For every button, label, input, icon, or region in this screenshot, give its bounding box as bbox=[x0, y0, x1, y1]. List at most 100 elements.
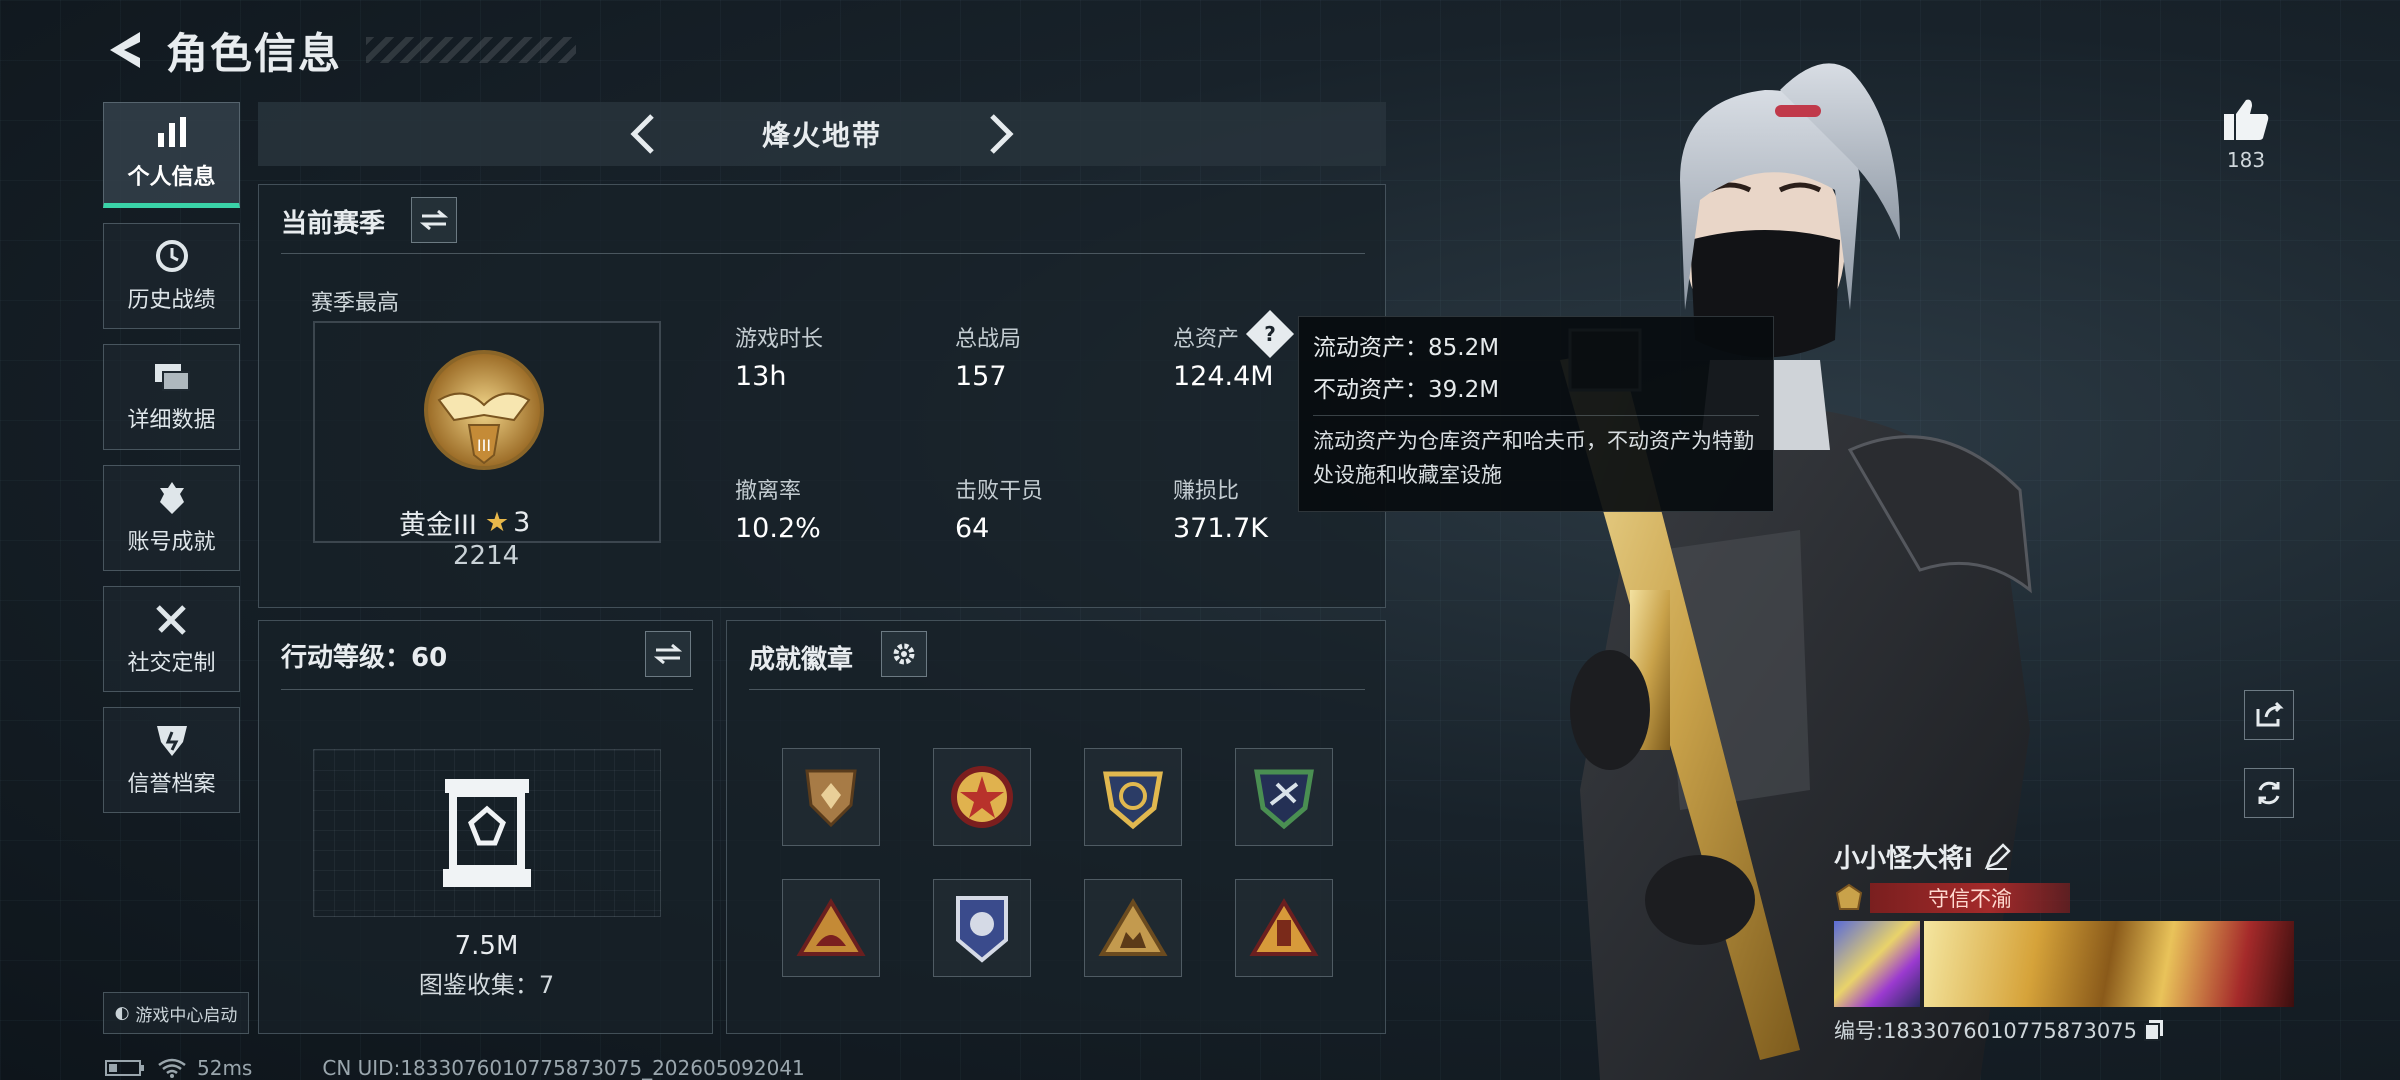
mode-name: 烽火地带 bbox=[761, 119, 882, 152]
emblem-badge-icon bbox=[1254, 769, 1314, 830]
tooltip-divider bbox=[1313, 415, 1759, 416]
honor-emblem-icon bbox=[1835, 883, 1863, 910]
ping-value: 52ms bbox=[197, 1056, 253, 1080]
rank-name: 黄金III bbox=[399, 510, 477, 541]
achievement-icon bbox=[159, 482, 184, 514]
help-icon: ? bbox=[1264, 322, 1276, 346]
crest-badge-icon bbox=[1103, 771, 1163, 830]
sidebar-item-label: 个人信息 bbox=[127, 165, 216, 190]
sidebar-item-personal-info[interactable]: 个人信息 bbox=[103, 102, 240, 208]
badges-panel: 成就徽章 bbox=[726, 620, 1386, 1034]
like-button[interactable]: 183 bbox=[2222, 96, 2270, 172]
collection-count: 图鉴收集：7 bbox=[418, 971, 555, 999]
rank-points: 2214 bbox=[453, 541, 520, 571]
copy-icon[interactable] bbox=[2143, 1018, 2165, 1042]
bar-chart-icon bbox=[157, 117, 186, 147]
player-name: 小小怪大将i bbox=[1834, 844, 1973, 874]
game-center-launch-button[interactable]: ◐ 游戏中心启动 bbox=[103, 992, 249, 1034]
thumbs-up-icon bbox=[2224, 99, 2269, 140]
player-card: 小小怪大将i 守信不渝 编号:1833076010775873075 bbox=[1834, 838, 2294, 1045]
swap-icon bbox=[654, 643, 682, 665]
battery-icon bbox=[105, 1060, 144, 1076]
sidebar-item-social[interactable]: 社交定制 bbox=[103, 586, 240, 692]
action-level-title: 行动等级：60 bbox=[281, 643, 448, 673]
gear-icon bbox=[893, 643, 915, 665]
page-header: 角色信息 bbox=[100, 20, 577, 80]
avatar bbox=[1834, 921, 1920, 1007]
title-tag: 守信不渝 bbox=[1870, 883, 2070, 913]
player-banner[interactable] bbox=[1834, 921, 2294, 1007]
share-icon bbox=[2256, 701, 2284, 727]
sidebar-item-detailed-data[interactable]: 详细数据 bbox=[103, 344, 240, 450]
sidebar-item-label: 社交定制 bbox=[127, 651, 216, 676]
like-count: 183 bbox=[2226, 148, 2266, 172]
badge-slot-8[interactable] bbox=[1235, 879, 1333, 977]
display-case-icon bbox=[443, 779, 531, 887]
page-title: 角色信息 bbox=[166, 28, 343, 78]
player-id: 编号:1833076010775873075 bbox=[1834, 1019, 2137, 1043]
rank-stars: 3 bbox=[513, 507, 531, 538]
action-level-switch-button[interactable] bbox=[645, 631, 691, 677]
mode-selector: 烽火地带 bbox=[258, 102, 1386, 166]
refresh-button[interactable] bbox=[2244, 768, 2294, 818]
swap-icon bbox=[420, 209, 448, 231]
stack-icon bbox=[154, 364, 190, 391]
launch-icon: ◐ bbox=[114, 1003, 130, 1023]
season-divider bbox=[281, 253, 1365, 254]
badge-slot-4[interactable] bbox=[1235, 748, 1333, 846]
badges-divider bbox=[749, 689, 1365, 690]
badge-slot-1[interactable] bbox=[782, 748, 880, 846]
season-panel: 当前赛季 赛季最高 III 黄金III ★ 3 2214 游戏时长 13h 总战… bbox=[258, 184, 1386, 608]
stat-value-matches: 157 bbox=[955, 361, 1007, 392]
sidebar-item-label: 信誉档案 bbox=[127, 772, 216, 797]
sidebar-item-achievements[interactable]: 账号成就 bbox=[103, 465, 240, 571]
status-bar: 52ms CN UID:1833076010775873075_20260509… bbox=[105, 1056, 805, 1080]
shield-icon bbox=[156, 726, 187, 756]
badge-slot-5[interactable] bbox=[782, 879, 880, 977]
sidebar-item-reputation[interactable]: 信誉档案 bbox=[103, 707, 240, 813]
badges-title: 成就徽章 bbox=[749, 645, 854, 675]
tooltip-liquid-assets: 流动资产：85.2M bbox=[1313, 335, 1500, 361]
badge-slot-2[interactable] bbox=[933, 748, 1031, 846]
sidebar-item-label: 历史战绩 bbox=[127, 288, 216, 313]
stat-label-matches: 总战局 bbox=[955, 327, 1022, 352]
season-switch-button[interactable] bbox=[411, 197, 457, 243]
wifi-icon bbox=[158, 1058, 186, 1078]
stat-label-extract-rate: 撤离率 bbox=[735, 479, 802, 504]
title-decoration bbox=[366, 37, 577, 63]
edit-icon[interactable] bbox=[1983, 842, 2011, 871]
back-arrow-icon bbox=[110, 32, 140, 68]
star-badge-icon bbox=[951, 766, 1013, 828]
mode-prev-button[interactable] bbox=[618, 108, 670, 160]
rank-name-row: 黄金III ★ 3 bbox=[399, 503, 530, 542]
assets-tooltip: 流动资产：85.2M 不动资产：39.2M 流动资产为仓库资产和哈夫币，不动资产… bbox=[1298, 316, 1774, 512]
stat-value-playtime: 13h bbox=[735, 361, 787, 392]
launch-label: 游戏中心启动 bbox=[135, 1005, 238, 1026]
banner-art bbox=[1924, 921, 2294, 1007]
uid-text: CN UID:1833076010775873075_202605092041 bbox=[322, 1056, 805, 1080]
badge-slot-3[interactable] bbox=[1084, 748, 1182, 846]
stat-value-extract-rate: 10.2% bbox=[735, 513, 821, 544]
back-button[interactable] bbox=[100, 26, 148, 74]
sidebar-item-history[interactable]: 历史战绩 bbox=[103, 223, 240, 329]
action-level-divider bbox=[281, 689, 693, 690]
badge-slot-7[interactable] bbox=[1084, 879, 1182, 977]
badge-slot-6[interactable] bbox=[933, 879, 1031, 977]
shield-badge-icon bbox=[805, 769, 857, 828]
season-best-label: 赛季最高 bbox=[311, 291, 400, 316]
season-title: 当前赛季 bbox=[281, 209, 386, 239]
stat-value-profit-ratio: 371.7K bbox=[1173, 513, 1269, 544]
rank-emblem-icon: III bbox=[424, 350, 544, 470]
badges-settings-button[interactable] bbox=[881, 631, 927, 677]
stat-value-kills: 64 bbox=[955, 513, 990, 544]
tools-icon bbox=[155, 605, 186, 635]
tower-badge-icon bbox=[1249, 898, 1319, 956]
title-tag-row: 守信不渝 bbox=[1834, 883, 2294, 913]
share-button[interactable] bbox=[2244, 690, 2294, 740]
squad-badge-icon bbox=[1098, 898, 1168, 956]
refresh-icon bbox=[2258, 781, 2280, 805]
mode-next-button[interactable] bbox=[974, 108, 1026, 160]
stat-label-kills: 击败干员 bbox=[955, 479, 1044, 504]
tooltip-fixed-assets: 不动资产：39.2M bbox=[1313, 377, 1500, 403]
stat-label-playtime: 游戏时长 bbox=[735, 327, 824, 352]
